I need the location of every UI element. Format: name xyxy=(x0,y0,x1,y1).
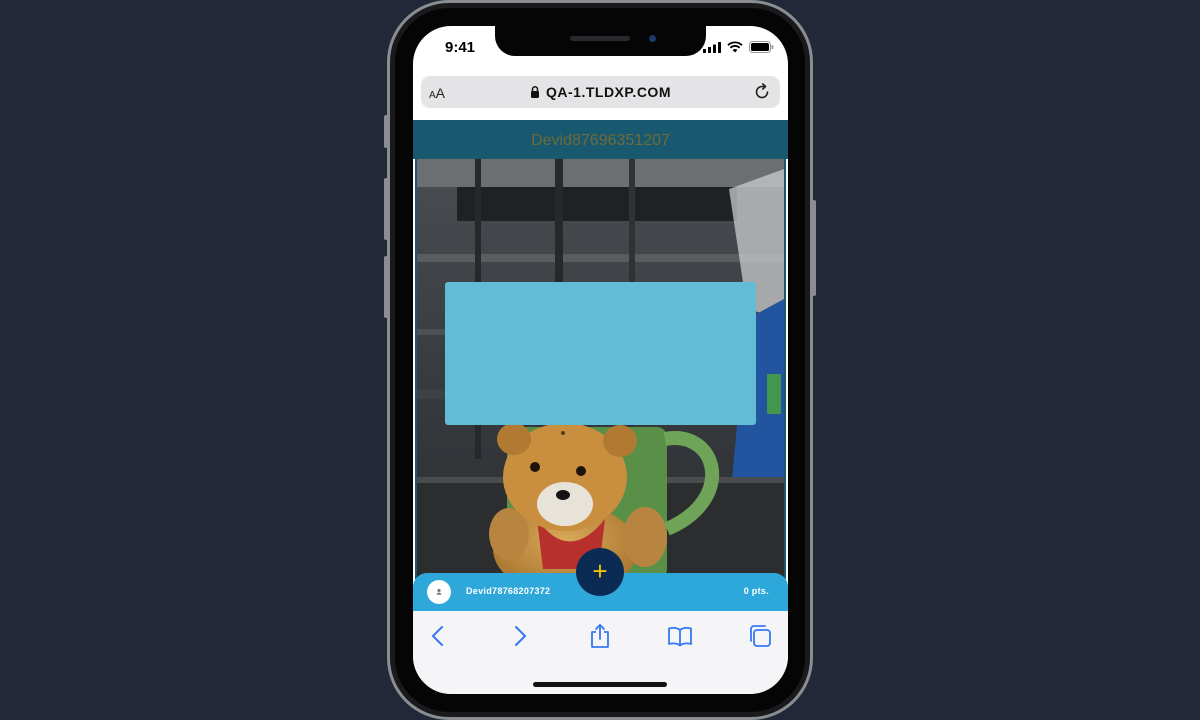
reload-icon[interactable] xyxy=(752,82,772,102)
status-icons xyxy=(703,41,774,53)
wifi-icon xyxy=(727,41,743,53)
cellular-signal-icon xyxy=(703,41,721,53)
power-button xyxy=(812,200,816,296)
bookmarks-icon[interactable] xyxy=(667,623,693,649)
share-icon[interactable] xyxy=(587,623,613,649)
mute-switch xyxy=(384,115,388,148)
back-icon[interactable] xyxy=(426,623,452,649)
player-name: Devid78768207372 xyxy=(466,586,551,596)
address-bar[interactable]: AA QA-1.TLDXP.COM xyxy=(421,76,780,108)
volume-down-button xyxy=(384,256,388,318)
speaker xyxy=(570,36,630,41)
volume-up-button xyxy=(384,178,388,240)
browser-toolbar xyxy=(413,611,788,694)
front-camera xyxy=(649,35,656,42)
add-button[interactable]: + xyxy=(576,548,624,596)
phone-frame: 9:41 AA QA-1.TLDXP.COM Devid87696351207 … xyxy=(384,0,816,720)
site-title: Devid87696351207 xyxy=(531,132,670,149)
status-time: 9:41 xyxy=(445,39,476,56)
home-indicator[interactable] xyxy=(533,682,667,687)
plus-icon: + xyxy=(592,556,608,586)
site-header: Devid87696351207 xyxy=(413,120,788,159)
battery-icon xyxy=(749,41,774,53)
overlay-panel xyxy=(445,282,756,425)
url-display[interactable]: QA-1.TLDXP.COM xyxy=(421,84,780,100)
player-points: 0 pts. xyxy=(743,586,769,596)
phone-screen: 9:41 AA QA-1.TLDXP.COM Devid87696351207 … xyxy=(413,26,788,694)
tabs-icon[interactable] xyxy=(747,623,773,649)
notch xyxy=(495,26,706,56)
player-avatar[interactable] xyxy=(427,580,451,604)
forward-icon[interactable] xyxy=(506,623,532,649)
user-icon xyxy=(436,588,442,595)
lock-icon xyxy=(531,86,539,98)
url-text: QA-1.TLDXP.COM xyxy=(546,84,671,100)
